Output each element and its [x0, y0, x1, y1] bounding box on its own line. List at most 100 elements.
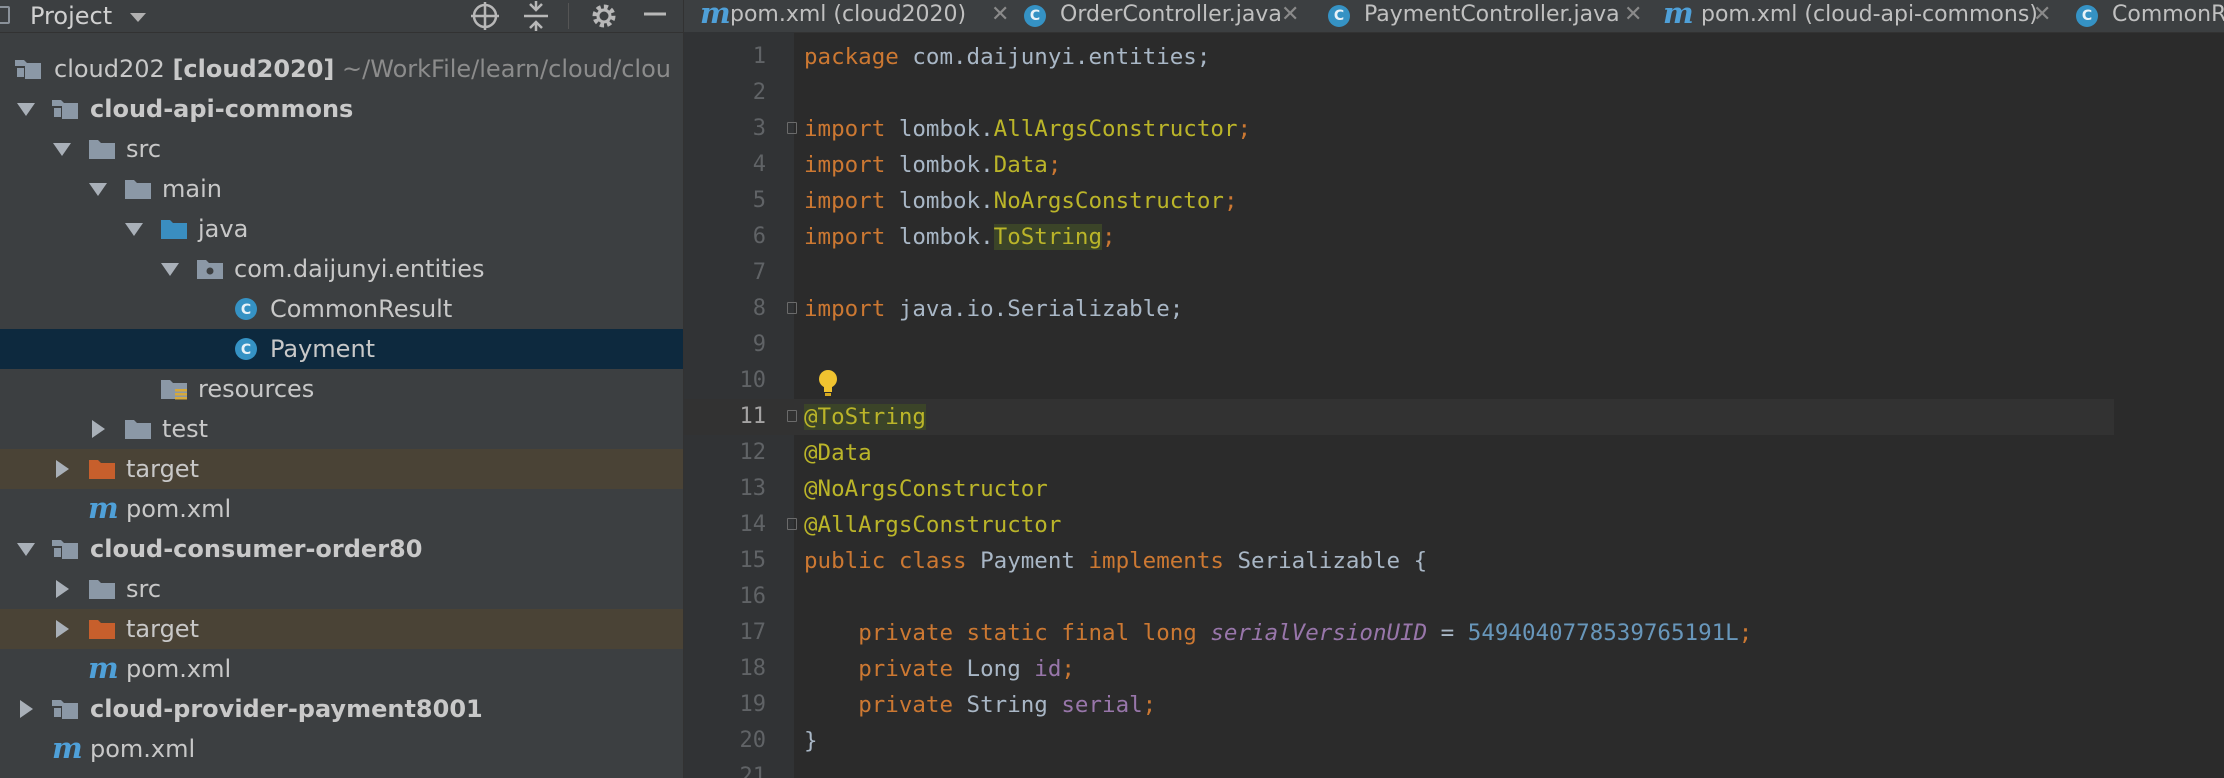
tree-row-module[interactable]: cloud-consumer-order80 [0, 529, 683, 569]
tree-label: src [126, 575, 162, 603]
editor-tab-bar: m pom.xml (cloud2020) ✕ C OrderControlle… [684, 0, 2224, 33]
close-icon[interactable]: ✕ [1624, 0, 1642, 30]
tree-label: main [162, 175, 222, 203]
class-icon: C [235, 338, 257, 360]
tree-row-excluded-folder[interactable]: target [0, 609, 683, 649]
expand-arrow-icon[interactable] [125, 223, 143, 236]
project-view-title[interactable]: Project [30, 0, 112, 32]
code-line[interactable]: 2 [684, 75, 2114, 111]
code-line[interactable]: 13 @NoArgsConstructor [684, 471, 2114, 507]
code-line[interactable]: 18 private Long id; [684, 651, 2114, 687]
close-icon[interactable]: ✕ [991, 0, 1009, 30]
maven-icon: m [1663, 0, 1694, 30]
code-line[interactable]: 7 [684, 255, 2114, 291]
tree-row-folder[interactable]: src [0, 129, 683, 169]
tree-label: cloud-provider-payment8001 [90, 695, 483, 723]
tree-row-file[interactable]: m pom.xml [0, 489, 683, 529]
tree-row-module[interactable]: cloud-api-commons [0, 89, 683, 129]
code-line[interactable]: 1 package com.daijunyi.entities; [684, 39, 2114, 75]
code-line[interactable]: 21 [684, 759, 2114, 778]
module-folder-icon [15, 60, 41, 79]
expand-arrow-icon[interactable] [17, 103, 35, 116]
code-line[interactable]: 4 import lombok.Data; [684, 147, 2114, 183]
tree-row-file[interactable]: m pom.xml [0, 649, 683, 689]
folder-icon [125, 420, 151, 439]
collapse-arrow-icon[interactable] [56, 580, 69, 598]
code-line[interactable]: 14 @AllArgsConstructor [684, 507, 2114, 543]
locate-file-icon[interactable] [469, 0, 501, 32]
code-line[interactable]: 19 private String serial; [684, 687, 2114, 723]
close-icon[interactable]: ✕ [1281, 0, 1299, 30]
code-line[interactable]: 3 import lombok.AllArgsConstructor; [684, 111, 2114, 147]
tree-row-file[interactable]: m pom.xml [0, 729, 683, 769]
code-line[interactable]: 15 public class Payment implements Seria… [684, 543, 2114, 579]
fold-marker-icon[interactable] [787, 122, 797, 134]
code-line[interactable]: 9 [684, 327, 2114, 363]
svg-text:C: C [241, 342, 251, 358]
tree-row-class[interactable]: C CommonResult [0, 289, 683, 329]
collapse-arrow-icon[interactable] [20, 700, 33, 718]
collapse-arrow-icon[interactable] [92, 420, 105, 438]
tree-label: cloud-consumer-order80 [90, 535, 423, 563]
expand-arrow-icon[interactable] [161, 263, 179, 276]
ide-window: Project cloud202 [cloud2020] ~/WorkFile/… [0, 0, 2224, 778]
code-line[interactable]: 12 @Data [684, 435, 2114, 471]
tree-label: Payment [270, 335, 376, 363]
hide-panel-icon[interactable] [640, 0, 672, 32]
tab-pom-cloud-api-commons[interactable]: m pom.xml (cloud-api-commons) ✕ [1663, 0, 2063, 32]
collapse-arrow-icon[interactable] [56, 620, 69, 638]
tree-label: test [162, 415, 209, 443]
code-line[interactable]: 17 private static final long serialVersi… [684, 615, 2114, 651]
tree-row-package[interactable]: com.daijunyi.entities [0, 249, 683, 289]
lightbulb-icon[interactable] [815, 368, 841, 398]
code-line[interactable]: 5 import lombok.NoArgsConstructor; [684, 183, 2114, 219]
code-line-current[interactable]: 11 @ToString [684, 399, 2114, 435]
code-line[interactable]: 20 } [684, 723, 2114, 759]
tree-row-resources[interactable]: resources [0, 369, 683, 409]
tree-label: CommonResult [270, 295, 453, 323]
tree-label: target [126, 615, 199, 643]
expand-arrow-icon[interactable] [53, 143, 71, 156]
tree-row-folder[interactable]: main [0, 169, 683, 209]
source-folder-icon [161, 220, 187, 239]
toolbar-divider [568, 3, 569, 29]
class-icon: C [1328, 5, 1350, 27]
tree-label: cloud202 [cloud2020] ~/WorkFile/learn/cl… [54, 55, 671, 83]
fold-marker-icon[interactable] [787, 302, 797, 314]
code-line[interactable]: 10 [684, 363, 2114, 399]
tree-row-external-libraries[interactable]: External Libraries [0, 769, 683, 778]
code-line[interactable]: 8 import java.io.Serializable; [684, 291, 2114, 327]
project-view-dropdown-icon[interactable] [130, 13, 146, 22]
folder-icon [89, 140, 115, 159]
tree-label: src [126, 135, 162, 163]
code-line[interactable]: 16 [684, 579, 2114, 615]
code-line[interactable]: 6 import lombok.ToString; [684, 219, 2114, 255]
resources-folder-icon [161, 380, 187, 400]
fold-marker-icon[interactable] [787, 518, 797, 530]
project-panel-header: Project [0, 0, 683, 33]
tree-row-excluded-folder[interactable]: target [0, 449, 683, 489]
maven-icon: m [88, 491, 119, 525]
fold-marker-icon[interactable] [787, 410, 797, 422]
expand-arrow-icon[interactable] [17, 543, 35, 556]
tab-ordercontroller[interactable]: C OrderController.java ✕ [1024, 0, 1324, 32]
tree-row-source-root[interactable]: java [0, 209, 683, 249]
tree-row-root[interactable]: cloud202 [cloud2020] ~/WorkFile/learn/cl… [0, 49, 683, 89]
editor-pane: m pom.xml (cloud2020) ✕ C OrderControlle… [684, 0, 2224, 778]
close-icon[interactable]: ✕ [2033, 0, 2051, 30]
folder-icon [89, 580, 115, 599]
tree-row-folder[interactable]: src [0, 569, 683, 609]
tab-commonresult[interactable]: C CommonRe [2076, 0, 2224, 32]
project-panel: Project cloud202 [cloud2020] ~/WorkFile/… [0, 0, 684, 778]
collapse-arrow-icon[interactable] [56, 460, 69, 478]
tree-row-module[interactable]: cloud-provider-payment8001 [0, 689, 683, 729]
collapse-all-icon[interactable] [520, 0, 552, 32]
tree-label: pom.xml [126, 655, 232, 683]
tree-row-class-selected[interactable]: C Payment [0, 329, 683, 369]
tab-paymentcontroller[interactable]: C PaymentController.java ✕ [1328, 0, 1658, 32]
code-editor[interactable]: 1 package com.daijunyi.entities; 2 3 imp… [684, 32, 2224, 778]
tree-row-folder[interactable]: test [0, 409, 683, 449]
gear-icon[interactable] [588, 0, 620, 32]
expand-arrow-icon[interactable] [89, 183, 107, 196]
tab-pom-cloud2020[interactable]: m pom.xml (cloud2020) ✕ [700, 0, 1020, 32]
